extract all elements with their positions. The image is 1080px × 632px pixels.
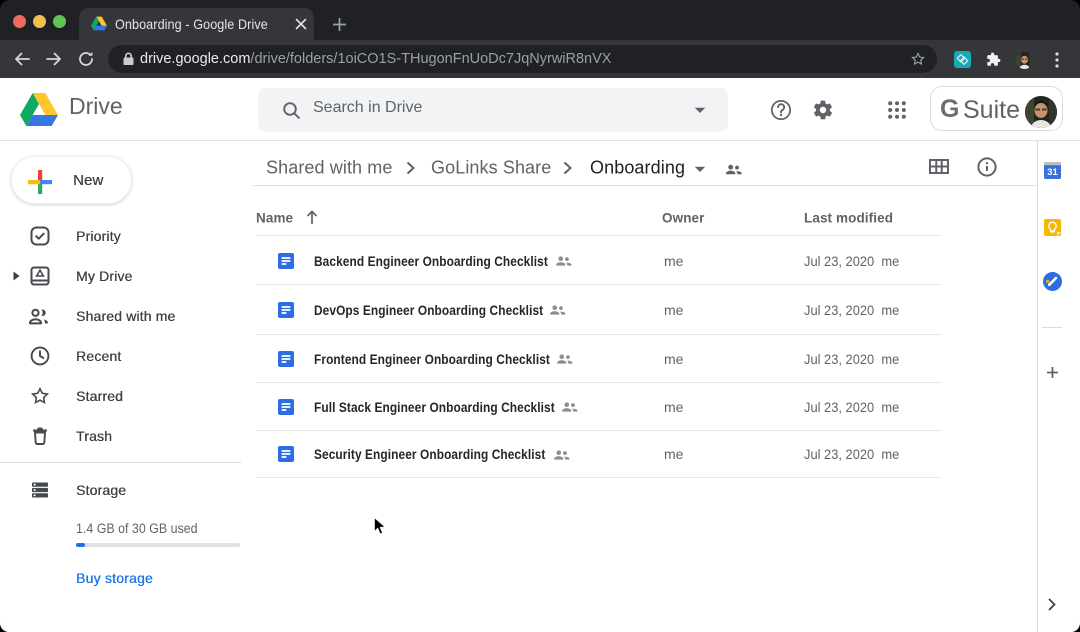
svg-text:31: 31 (1047, 167, 1058, 178)
